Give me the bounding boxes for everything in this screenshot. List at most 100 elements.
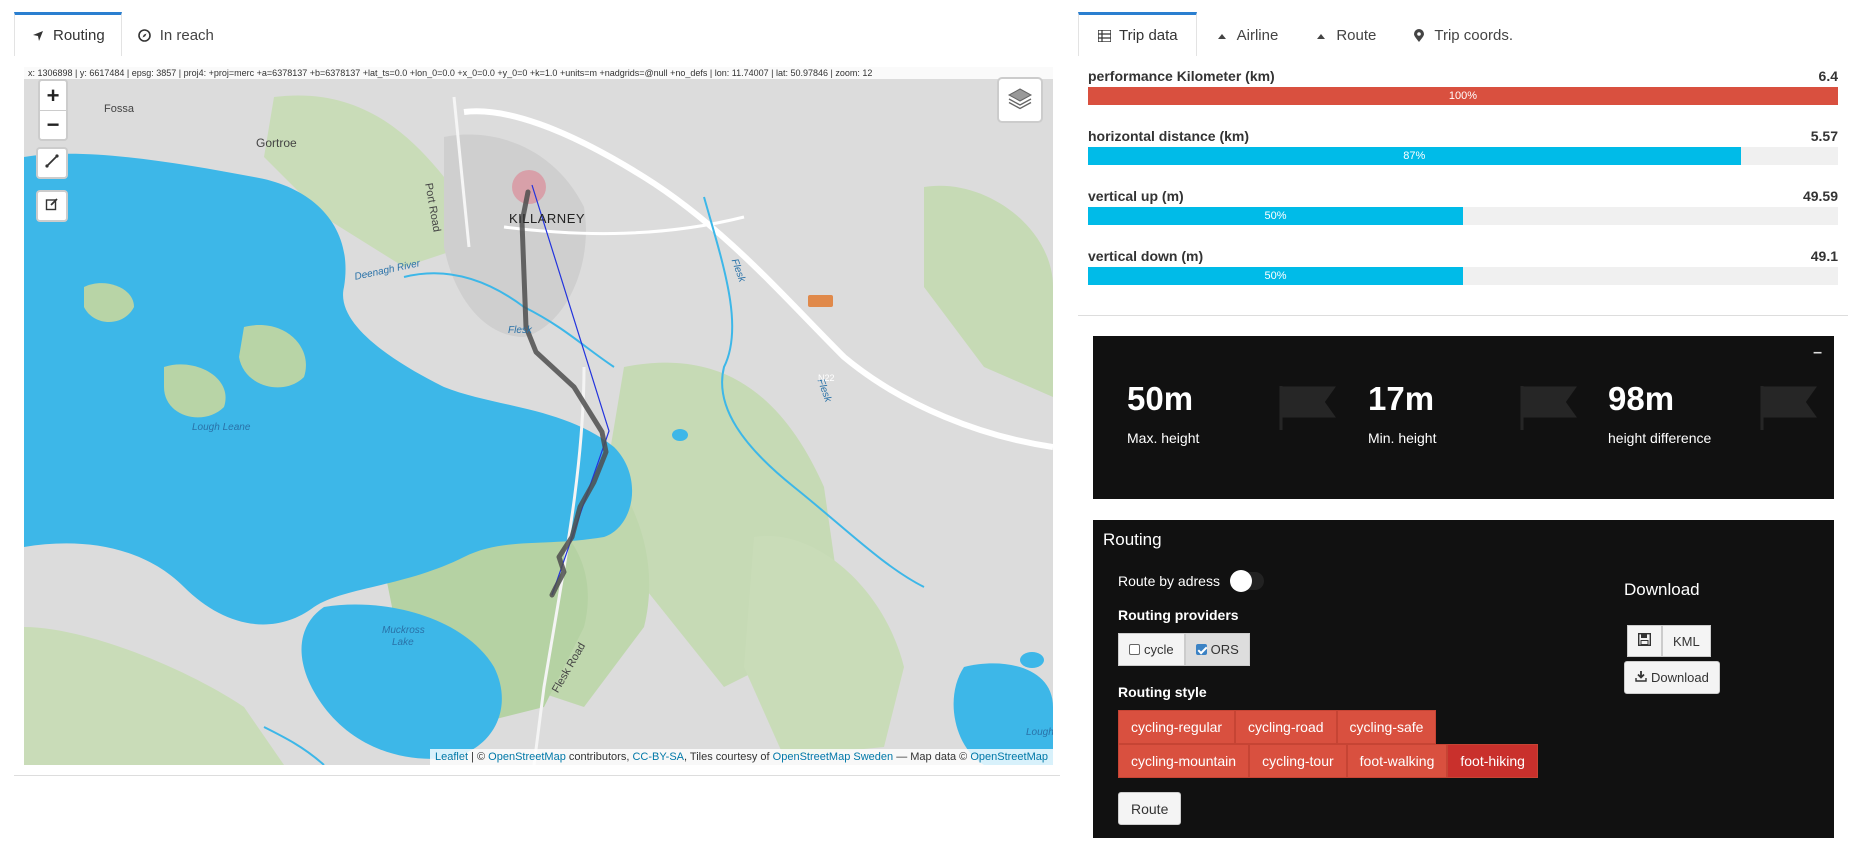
zoom-in-button[interactable]: + — [40, 81, 66, 110]
kml-button[interactable]: KML — [1662, 625, 1711, 657]
stat-value: 49.59 — [1802, 188, 1838, 204]
map-attribution: Leaflet | © OpenStreetMap contributors, … — [429, 749, 1053, 765]
tab-airline[interactable]: Airline — [1197, 12, 1297, 56]
progress-fill: 50% — [1088, 267, 1463, 285]
location-arrow-icon — [31, 29, 45, 43]
routing-providers-title: Routing providers — [1118, 607, 1239, 623]
progress-fill: 87% — [1088, 147, 1741, 165]
osm-sweden-link[interactable]: OpenStreetMap Sweden — [773, 751, 893, 763]
route-button[interactable]: Route — [1118, 792, 1182, 825]
stat-label: vertical down (m) — [1088, 248, 1204, 264]
tab-label: Route — [1336, 27, 1377, 44]
stat-label: performance Kilometer (km) — [1088, 68, 1275, 84]
collapse-button[interactable]: – — [1813, 344, 1822, 362]
flag-icon — [1758, 384, 1818, 437]
style-cycling-safe-button[interactable]: cycling-safe — [1336, 710, 1437, 744]
license-link[interactable]: CC-BY-SA — [632, 751, 684, 763]
map-label-flesk-1: Flesk — [508, 325, 532, 336]
progress-bar: 50% — [1088, 207, 1838, 225]
routing-title: Routing — [1103, 530, 1162, 549]
osm-link[interactable]: OpenStreetMap — [488, 751, 566, 763]
floppy-icon — [1637, 632, 1652, 649]
right-tab-bar: Trip data Airline Route Trip coords. — [1078, 12, 1531, 56]
attribution-text: | © — [468, 751, 489, 763]
flag-icon — [1277, 384, 1337, 437]
stat-label: horizontal distance (km) — [1088, 128, 1250, 144]
provider-label: cycle — [1144, 642, 1174, 657]
style-cycling-tour-button[interactable]: cycling-tour — [1249, 744, 1347, 778]
save-file-button[interactable] — [1627, 625, 1662, 657]
map-label-fossa: Fossa — [104, 103, 134, 115]
stat-value: 5.57 — [1810, 128, 1838, 144]
edit-icon — [45, 197, 59, 216]
polyline-icon — [45, 153, 59, 173]
stat-value: 49.1 — [1810, 248, 1838, 264]
divider — [1078, 315, 1848, 316]
tab-trip-coords[interactable]: Trip coords. — [1394, 12, 1531, 56]
caret-up-icon — [1215, 29, 1229, 43]
map-view[interactable]: x: 1306898 | y: 6617484 | epsg: 3857 | p… — [24, 67, 1053, 765]
route-by-address-label: Route by adress — [1118, 573, 1220, 589]
stat-horizontal-distance: horizontal distance (km) 5.57 87% — [1088, 128, 1838, 165]
style-cycling-regular-button[interactable]: cycling-regular — [1118, 710, 1236, 744]
download-label: Download — [1651, 670, 1709, 685]
provider-label: ORS — [1210, 642, 1239, 657]
compass-icon — [138, 29, 152, 43]
height-difference-cell: 98m height difference — [1608, 380, 1838, 446]
min-height-cell: 17m Min. height — [1368, 380, 1598, 446]
tab-label: Trip coords. — [1434, 27, 1513, 44]
left-tab-bar: Routing In reach — [14, 12, 230, 56]
map-marker-icon — [1412, 28, 1426, 43]
progress-bar: 100% — [1088, 87, 1838, 105]
provider-ors-button[interactable]: ORS — [1184, 633, 1250, 666]
download-button[interactable]: Download — [1624, 661, 1720, 694]
edit-layers-button[interactable] — [36, 190, 68, 222]
stat-performance-km: performance Kilometer (km) 6.4 100% — [1088, 68, 1838, 105]
map-label-n22: N22 — [818, 373, 835, 383]
map-label-lake: Lake — [392, 637, 414, 648]
map-label-gortroe: Gortroe — [256, 136, 297, 150]
tab-label: Trip data — [1119, 27, 1178, 44]
attribution-text: — Map data © — [893, 751, 971, 763]
tab-routing[interactable]: Routing — [14, 12, 122, 56]
left-panel: Routing In reach x: 1306898 | y: 6617484… — [0, 0, 1074, 848]
route-by-address-toggle[interactable] — [1229, 570, 1264, 592]
stat-vertical-up: vertical up (m) 49.59 50% — [1088, 188, 1838, 225]
zoom-control: + − — [38, 79, 68, 141]
osm-data-link[interactable]: OpenStreetMap — [970, 751, 1048, 763]
map-label-killarney: KILLARNEY — [509, 211, 586, 226]
map-label-lough: Lough — [1026, 727, 1053, 738]
tab-label: Routing — [53, 27, 105, 44]
route-by-address-row: Route by adress — [1118, 570, 1264, 592]
zoom-out-button[interactable]: − — [40, 110, 66, 139]
tab-label: In reach — [159, 27, 214, 44]
provider-cycle-button[interactable]: cycle — [1118, 633, 1185, 666]
leaflet-link[interactable]: Leaflet — [435, 751, 468, 763]
tab-trip-data[interactable]: Trip data — [1078, 12, 1197, 56]
coordinate-readout: x: 1306898 | y: 6617484 | epsg: 3857 | p… — [24, 67, 1053, 79]
attribution-text: , Tiles courtesy of — [684, 751, 773, 763]
layers-icon — [1007, 85, 1033, 116]
tab-in-reach[interactable]: In reach — [122, 12, 230, 56]
style-cycling-road-button[interactable]: cycling-road — [1235, 710, 1337, 744]
progress-fill: 100% — [1088, 87, 1838, 105]
draw-line-button[interactable] — [36, 147, 68, 179]
map-label-lough-leane: Lough Leane — [192, 422, 251, 433]
attribution-text: contributors, — [565, 751, 633, 763]
progress-fill: 50% — [1088, 207, 1463, 225]
style-cycling-mountain-button[interactable]: cycling-mountain — [1118, 744, 1250, 778]
checkbox-checked-icon — [1195, 644, 1207, 655]
height-summary-box: – 50m Max. height 17m Min. height 98m he… — [1093, 336, 1834, 499]
caret-up-icon — [1314, 29, 1328, 43]
layer-switcher-button[interactable] — [997, 77, 1043, 123]
routing-box: Routing Route by adress Routing provider… — [1093, 520, 1834, 838]
download-format-group: KML — [1627, 625, 1711, 657]
map-tiles — [24, 67, 1053, 765]
tab-route[interactable]: Route — [1296, 12, 1394, 56]
progress-bar: 50% — [1088, 267, 1838, 285]
stat-label: vertical up (m) — [1088, 188, 1184, 204]
style-foot-walking-button[interactable]: foot-walking — [1346, 744, 1448, 778]
style-foot-hiking-button[interactable]: foot-hiking — [1447, 744, 1538, 778]
list-icon — [1097, 29, 1111, 43]
routing-style-group: cycling-regular cycling-road cycling-saf… — [1118, 710, 1558, 778]
